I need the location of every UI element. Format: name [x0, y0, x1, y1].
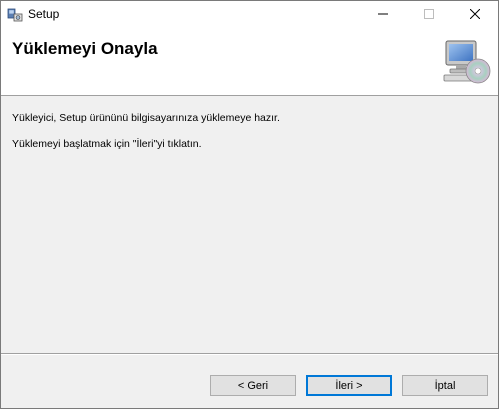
back-button[interactable]: < Geri [210, 375, 296, 396]
minimize-icon [378, 6, 388, 24]
instruction-message: Yüklemeyi başlatmak için "İleri"yi tıkla… [12, 138, 202, 150]
window-title: Setup [28, 7, 60, 21]
close-icon [469, 6, 481, 24]
next-button[interactable]: İleri > [306, 375, 392, 396]
setup-window: Setup Yüklemeyi Onayla Yükleyici, Setup … [0, 0, 499, 409]
maximize-button[interactable] [406, 1, 452, 29]
computer-cd-icon [442, 37, 492, 87]
footer-separator [1, 353, 498, 355]
maximize-icon [424, 6, 434, 24]
ready-message: Yükleyici, Setup ürününü bilgisayarınıza… [12, 112, 280, 124]
header-banner: Yüklemeyi Onayla [1, 29, 498, 96]
cancel-button[interactable]: İptal [402, 375, 488, 396]
title-bar[interactable]: Setup [1, 1, 498, 29]
close-button[interactable] [452, 1, 498, 29]
page-title: Yüklemeyi Onayla [12, 39, 158, 58]
content-area: Yükleyici, Setup ürününü bilgisayarınıza… [1, 96, 498, 351]
minimize-button[interactable] [360, 1, 406, 29]
setup-app-icon [7, 7, 23, 23]
